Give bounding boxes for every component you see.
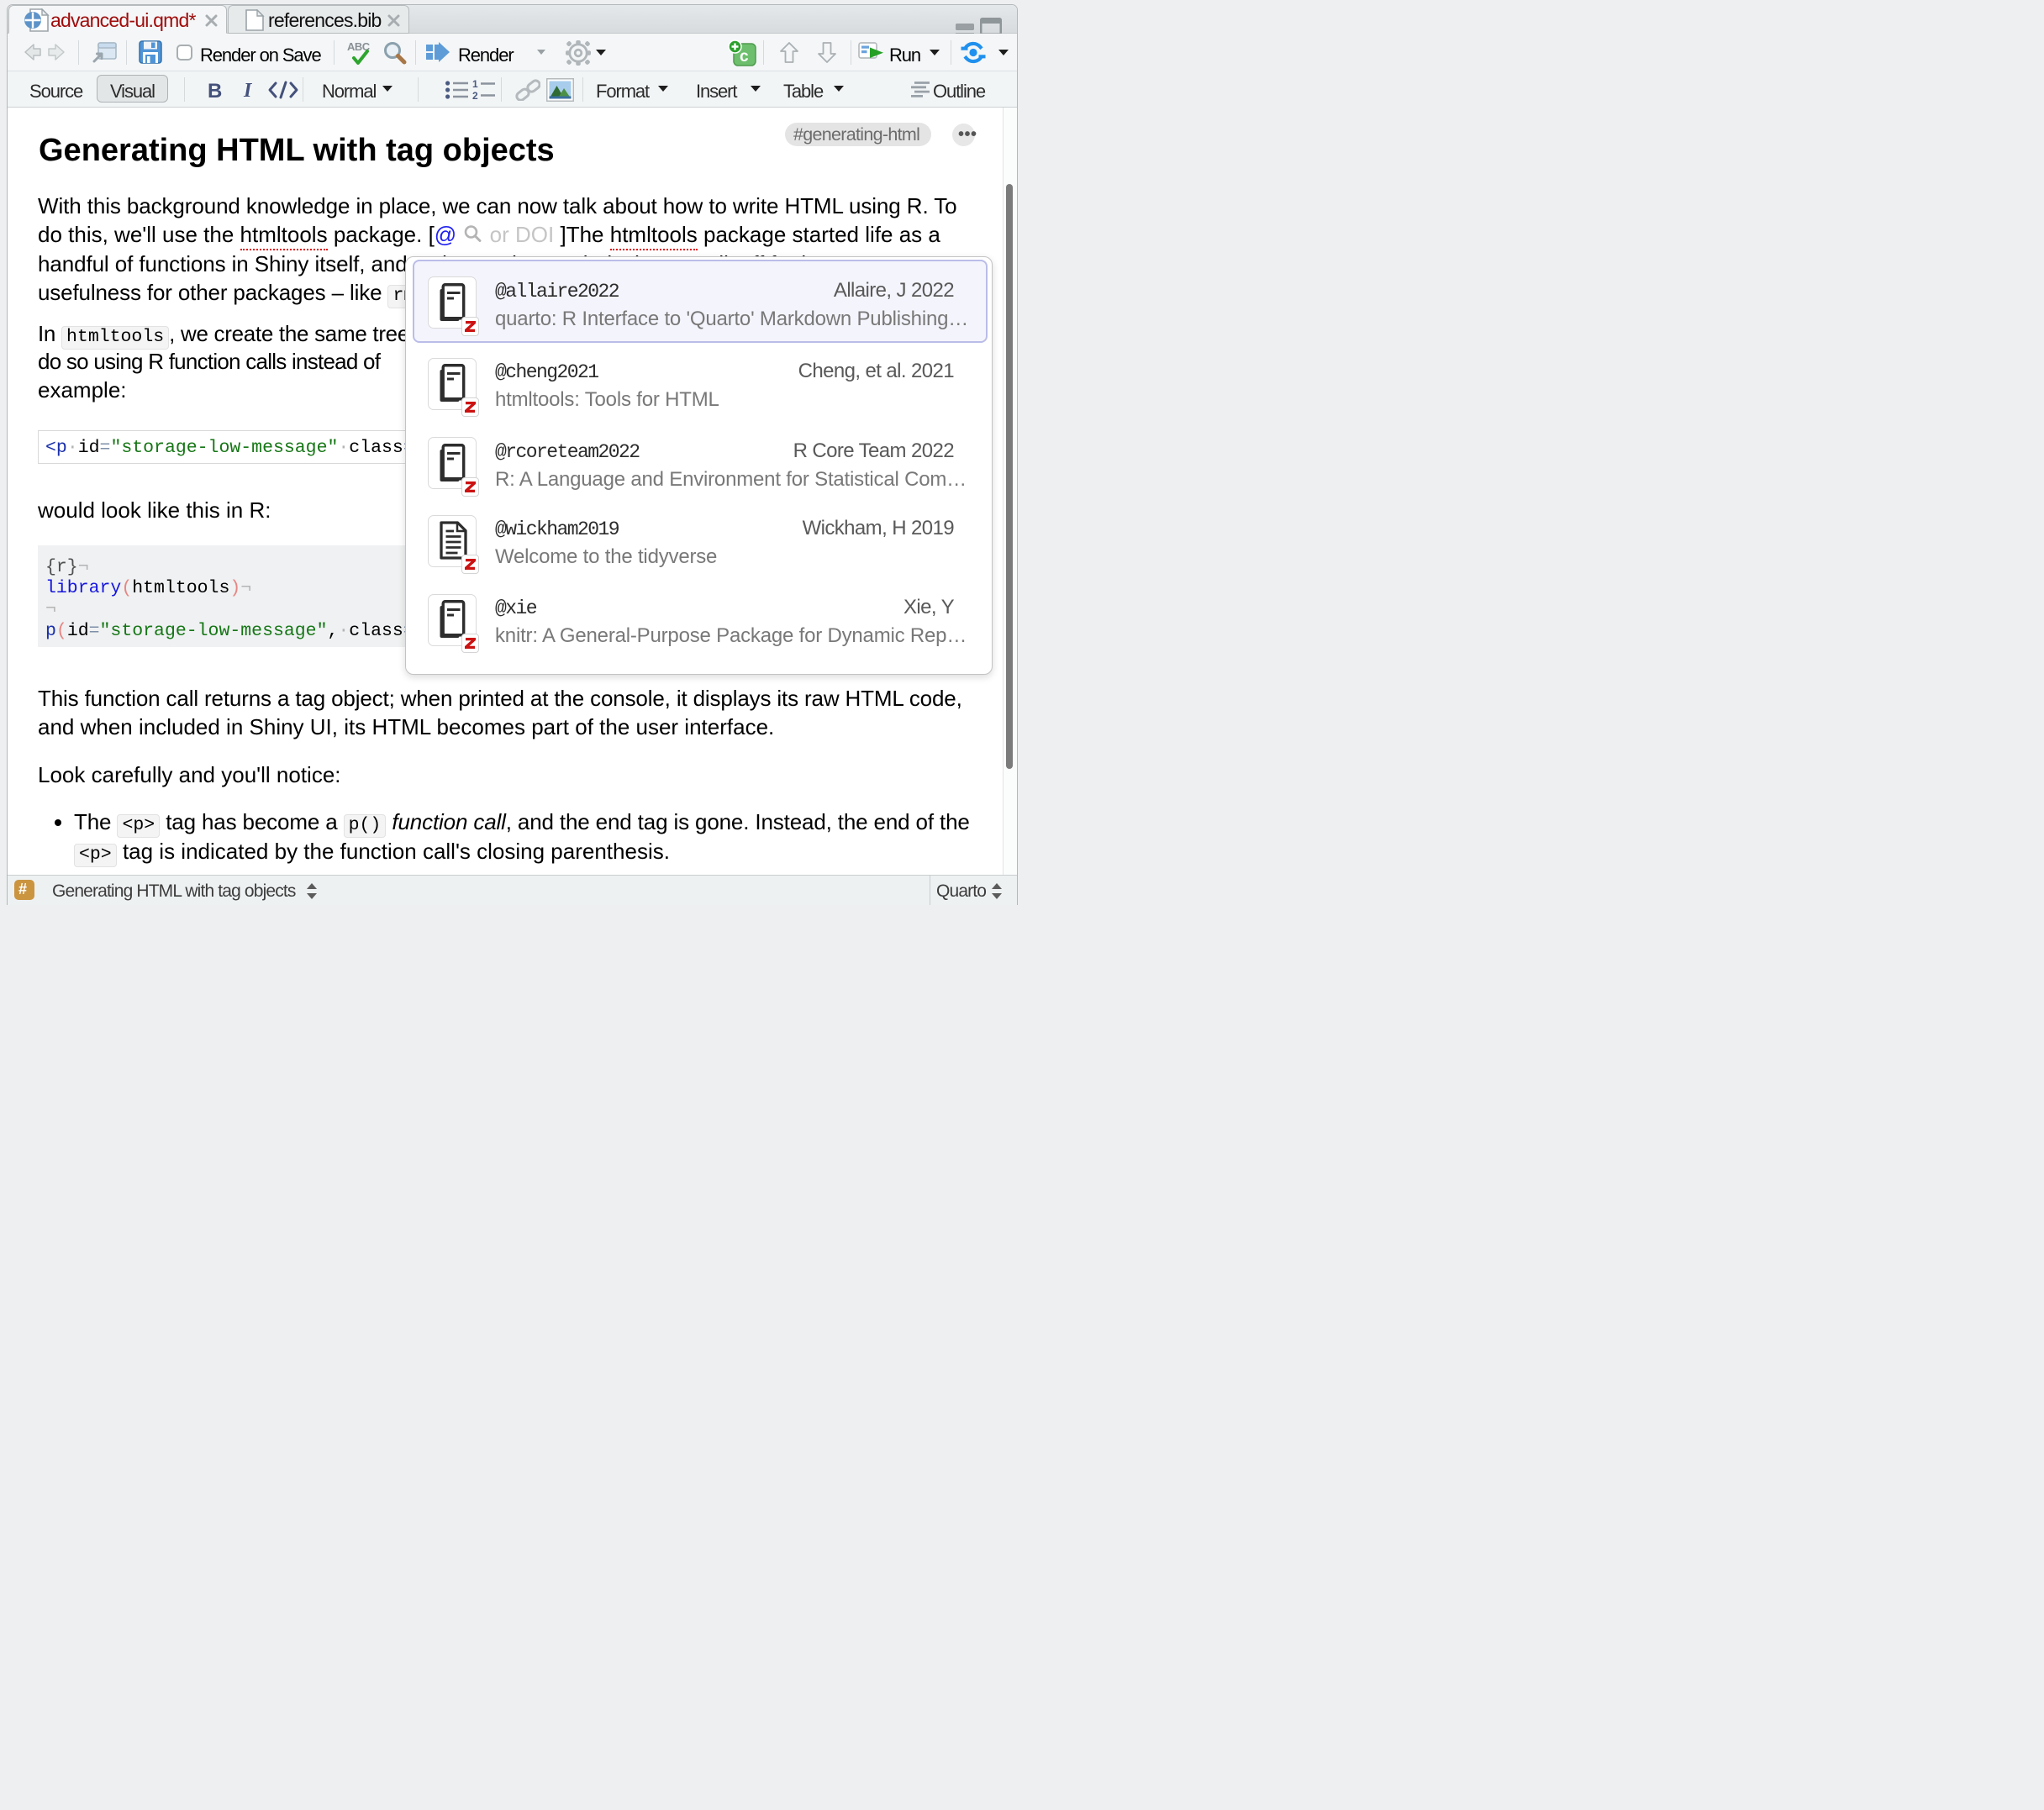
svg-text:1: 1	[472, 80, 478, 90]
svg-text:c: c	[740, 48, 749, 66]
svg-text:2: 2	[472, 90, 478, 100]
